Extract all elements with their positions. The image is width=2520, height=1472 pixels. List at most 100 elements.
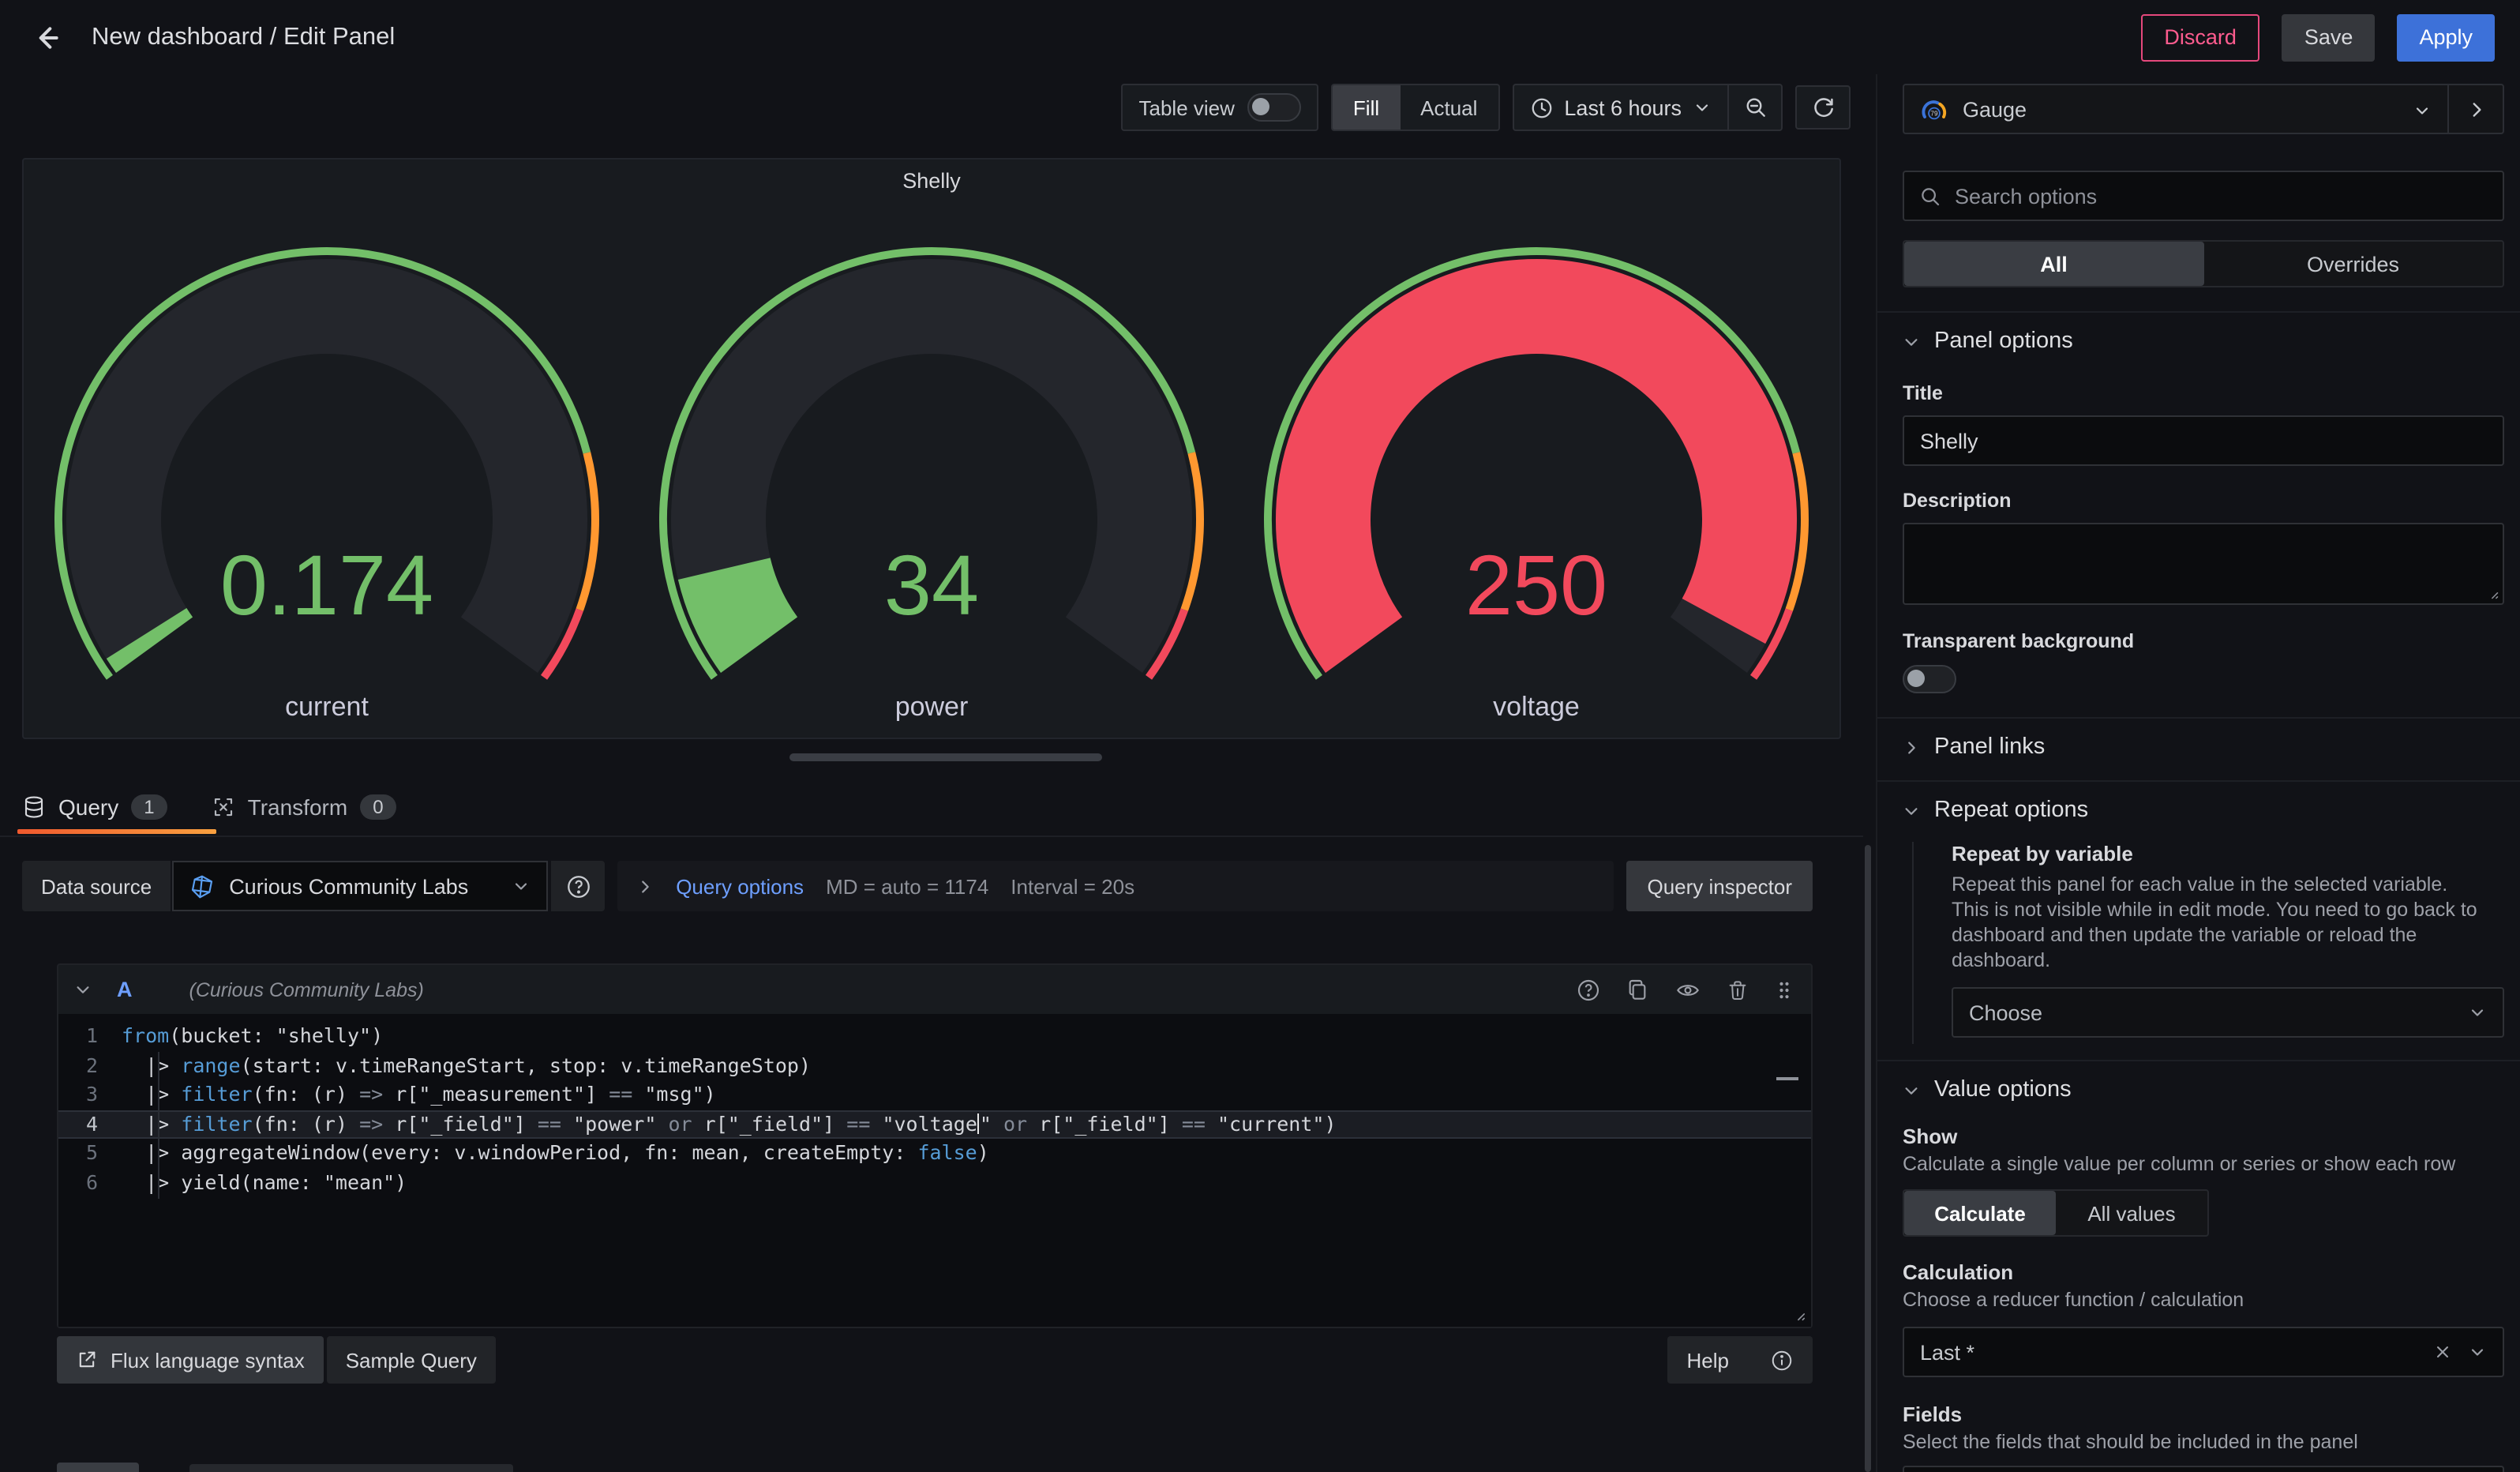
sample-query-button[interactable]: Sample Query: [327, 1336, 496, 1384]
flux-syntax-button[interactable]: Flux language syntax: [57, 1336, 324, 1384]
line-content: |> range(start: v.timeRangeStart, stop: …: [122, 1051, 811, 1080]
panel-options-header[interactable]: Panel options: [1903, 313, 2504, 370]
value-options-label: Value options: [1934, 1077, 2072, 1102]
code-line-1[interactable]: 1from(bucket: "shelly"): [58, 1022, 1811, 1051]
query-help-icon[interactable]: [1576, 977, 1601, 1002]
repeat-variable-select[interactable]: Choose: [1952, 987, 2504, 1038]
options-sidebar: 79 Gauge Search options All Overrides Pa…: [1876, 74, 2520, 1472]
chevron-right-icon: [2466, 99, 2486, 119]
tab-transform-label: Transform: [248, 794, 348, 820]
duplicate-icon[interactable]: [1625, 977, 1650, 1002]
description-textarea[interactable]: [1903, 523, 2504, 605]
calculation-select[interactable]: Last *: [1903, 1327, 2504, 1377]
chevron-down-icon: [1903, 802, 1920, 819]
expression-button-cutoff[interactable]: [189, 1464, 513, 1472]
help-button[interactable]: Help: [1668, 1336, 1813, 1384]
tab-transform[interactable]: Transform 0: [212, 794, 396, 820]
tab-query-label: Query: [58, 794, 118, 820]
query-options-bar: Query options MD = auto = 1174 Interval …: [617, 861, 1614, 911]
actual-option[interactable]: Actual: [1400, 85, 1498, 130]
gauge-current: 0.174current: [24, 201, 629, 728]
datasource-label: Data source: [22, 861, 171, 911]
chevron-right-icon[interactable]: [636, 877, 654, 895]
tab-query[interactable]: Query 1: [22, 794, 167, 820]
code-line-6[interactable]: 6 |> yield(name: "mean"): [58, 1168, 1811, 1197]
datasource-help-button[interactable]: [551, 861, 605, 911]
interval: Interval = 20s: [1011, 874, 1134, 898]
repeat-select-value: Choose: [1969, 1001, 2468, 1024]
table-view-toggle[interactable]: [1247, 93, 1301, 122]
panel-type-main[interactable]: 79 Gauge: [1904, 97, 2447, 121]
repeat-options-header[interactable]: Repeat options: [1903, 782, 2504, 839]
chevron-down-icon: [2468, 1342, 2487, 1361]
zoom-out-button[interactable]: [1729, 85, 1781, 130]
flux-code-editor[interactable]: 1from(bucket: "shelly")2 |> range(start:…: [58, 1014, 1811, 1327]
external-link-icon: [76, 1349, 98, 1371]
clear-x-icon[interactable]: [2433, 1342, 2452, 1361]
calculation-value: Last *: [1920, 1340, 2433, 1364]
repeat-options-label: Repeat options: [1934, 798, 2088, 823]
line-content: from(bucket: "shelly"): [122, 1022, 383, 1051]
gauge-value: 250: [1466, 537, 1608, 633]
transparent-bg-toggle[interactable]: [1903, 665, 1956, 693]
query-count-badge: 1: [131, 794, 167, 820]
time-range-picker[interactable]: Last 6 hours: [1513, 96, 1727, 119]
info-circle-icon: [1770, 1348, 1794, 1372]
datasource-name: Curious Community Labs: [229, 874, 497, 898]
title-input[interactable]: Shelly: [1903, 415, 2504, 466]
fields-desc: Select the fields that should be include…: [1903, 1429, 2504, 1455]
chevron-down-icon: [1903, 1081, 1920, 1098]
chevron-down-icon[interactable]: [74, 981, 92, 998]
all-values-option[interactable]: All values: [2056, 1191, 2207, 1235]
line-number: 4: [58, 1110, 122, 1139]
panel-resize-handle[interactable]: [789, 753, 1102, 761]
panel-type-picker[interactable]: 79 Gauge: [1903, 84, 2504, 134]
code-line-3[interactable]: 3 |> filter(fn: (r) => r["_measurement"]…: [58, 1080, 1811, 1110]
chevron-down-icon: [2413, 101, 2432, 120]
value-options-header[interactable]: Value options: [1903, 1061, 2504, 1118]
fields-select-cutoff[interactable]: [1903, 1466, 2504, 1472]
main-scrollbar[interactable]: [1865, 845, 1871, 1472]
code-line-4[interactable]: 4 |> filter(fn: (r) => r["_field"] == "p…: [58, 1110, 1811, 1139]
textarea-resize-icon: [2484, 584, 2499, 600]
title-label: Title: [1903, 382, 2504, 404]
chevron-down-icon: [2468, 1003, 2487, 1022]
discard-button[interactable]: Discard: [2140, 13, 2260, 61]
show-desc: Calculate a single value per column or s…: [1903, 1151, 2504, 1177]
time-range-group: Last 6 hours: [1512, 84, 1783, 131]
apply-button[interactable]: Apply: [2397, 13, 2495, 61]
back-button[interactable]: [25, 15, 69, 59]
gauge-label: voltage: [1494, 692, 1581, 722]
add-query-button-cutoff[interactable]: [57, 1463, 139, 1472]
calculate-option[interactable]: Calculate: [1904, 1191, 2056, 1235]
tab-all[interactable]: All: [1904, 242, 2203, 286]
fields-label: Fields: [1903, 1403, 2504, 1426]
editor-tabs: Query 1 Transform 0: [22, 783, 396, 831]
line-number: 2: [58, 1051, 122, 1080]
query-options-link[interactable]: Query options: [676, 874, 804, 898]
panel-links-header[interactable]: Panel links: [1903, 719, 2504, 775]
search-options-input[interactable]: Search options: [1903, 171, 2504, 221]
query-header: A (Curious Community Labs): [58, 965, 1811, 1014]
datasource-picker[interactable]: Curious Community Labs: [172, 861, 548, 911]
code-line-2[interactable]: 2 |> range(start: v.timeRangeStart, stop…: [58, 1051, 1811, 1080]
query-ref[interactable]: A: [117, 978, 133, 1001]
query-actions: [1576, 977, 1795, 1002]
magnifier-minus-icon: [1742, 95, 1768, 120]
code-line-5[interactable]: 5 |> aggregateWindow(every: v.windowPeri…: [58, 1139, 1811, 1168]
tab-overrides[interactable]: Overrides: [2203, 242, 2503, 286]
gauge-panel[interactable]: Shelly 0.174current34power250voltage: [22, 158, 1841, 739]
drag-handle-icon[interactable]: [1773, 977, 1795, 1002]
panel-options-label: Panel options: [1934, 329, 2073, 354]
refresh-button[interactable]: [1795, 85, 1851, 130]
query-inspector-button[interactable]: Query inspector: [1626, 861, 1813, 911]
fill-option[interactable]: Fill: [1333, 85, 1400, 130]
trash-icon[interactable]: [1726, 977, 1749, 1002]
editor-resize-icon[interactable]: [1789, 1305, 1806, 1322]
save-button[interactable]: Save: [2282, 13, 2376, 61]
fill-actual-segmented: Fill Actual: [1331, 84, 1500, 131]
gauge-value: 34: [884, 537, 979, 633]
editor-fold-mark[interactable]: [1776, 1077, 1798, 1080]
eye-icon[interactable]: [1674, 977, 1702, 1002]
collapse-options-button[interactable]: [2447, 85, 2503, 133]
